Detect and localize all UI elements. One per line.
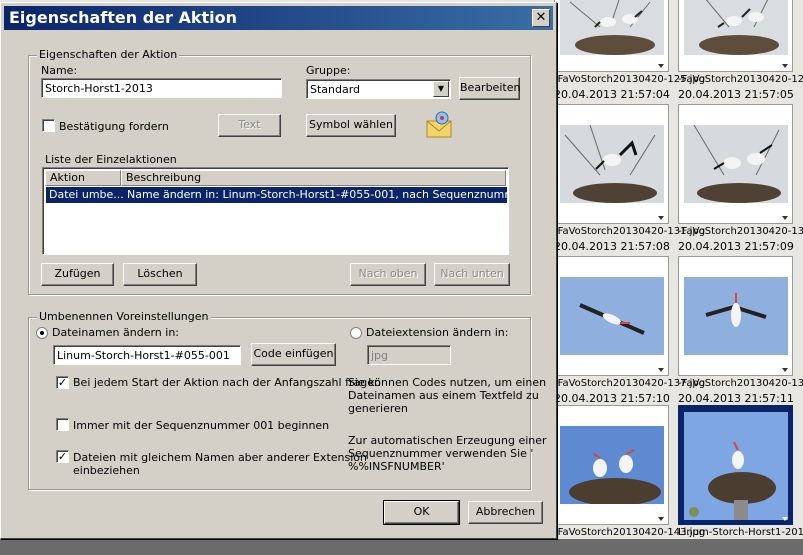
cancel-button[interactable]: Abbrechen	[468, 501, 543, 524]
thumbnail[interactable]: -FaVoStorch20130420-138.jpg 20.04.2013 2…	[678, 256, 803, 406]
thumbnail-caption: -FaVoStorch20130420-138.jpg	[678, 378, 803, 389]
confirm-checkbox[interactable]	[42, 119, 55, 132]
thumbnail[interactable]: -FaVoStorch20130420-126.jpg 20.04.2013 2…	[678, 0, 803, 102]
thumbnail-caption: -FaVoStorch20130420-126.jpg	[678, 74, 803, 85]
thumbnail-caption: -FaVoStorch20130420-132.jpg	[678, 226, 803, 237]
group-legend: Eigenschaften der Aktion	[37, 48, 180, 61]
stork-nest-image	[560, 426, 664, 504]
code-hint-text: Sie können Codes nutzen, um einen Datein…	[348, 376, 546, 415]
column-header-description[interactable]: Beschreibung	[121, 170, 506, 186]
hint-line: generieren	[348, 402, 408, 415]
chevron-down-icon[interactable]: ▼	[433, 81, 449, 97]
envelope-icon	[425, 111, 455, 139]
action-list[interactable]: Aktion Beschreibung Datei umbe... Name ä…	[42, 167, 509, 255]
include-other-extensions-label-2: einbeziehen	[73, 464, 140, 477]
stork-nest-image	[560, 125, 664, 203]
hint-line: Dateinamen aus einem Textfeld zu	[348, 389, 539, 402]
thumbnail[interactable]: -FaVoStorch20130420-131.jpg 20.04.2013 2…	[554, 104, 705, 254]
delete-button[interactable]: Löschen	[123, 263, 197, 286]
confirm-label: Bestätigung fordern	[59, 120, 169, 133]
flying-stork-image	[684, 277, 788, 355]
thumbnail-selected[interactable]: Linum-Storch-Horst1-2012-07	[678, 405, 803, 555]
stork-nest-image	[684, 125, 788, 203]
flying-stork-image	[560, 277, 664, 355]
hint-line: Sie können Codes nutzen, um einen	[348, 376, 547, 389]
dialog-titlebar[interactable]: Eigenschaften der Aktion ✕	[4, 6, 553, 30]
move-down-button[interactable]: Nach unten	[434, 263, 510, 286]
list-item-action: Datei umbe...	[49, 188, 124, 201]
insert-code-button[interactable]: Code einfügen	[251, 343, 336, 366]
add-button[interactable]: Zufügen	[41, 263, 114, 286]
choose-symbol-button[interactable]: Symbol wählen	[306, 114, 396, 137]
stork-nest-image	[560, 0, 664, 55]
sequence-hint-text: Zur automatischen Erzeugung einer Sequen…	[348, 434, 547, 473]
ok-button[interactable]: OK	[383, 500, 460, 525]
name-label: Name:	[41, 64, 78, 77]
group-select-value: Standard	[310, 83, 361, 96]
thumbnail-date: 20.04.2013 21:57:08	[554, 240, 670, 253]
stork-nest-image	[684, 0, 788, 55]
extension-radio[interactable]	[350, 327, 362, 339]
text-button[interactable]: Text	[218, 114, 281, 137]
extension-field[interactable]: jpg	[367, 345, 451, 365]
thumbnail-date: 20.04.2013 21:57:10	[554, 392, 670, 405]
name-field[interactable]: Storch-Horst1-2013	[41, 78, 282, 98]
start-001-label: Immer mit der Sequenznummer 001 beginnen	[73, 419, 330, 432]
move-up-button[interactable]: Nach oben	[350, 263, 426, 286]
group-legend: Umbenennen Voreinstellungen	[37, 310, 211, 323]
extension-radio-label: Dateiextension ändern in:	[366, 326, 509, 339]
list-item[interactable]: Datei umbe... Name ändern in: Linum-Stor…	[46, 187, 507, 203]
rename-radio-label: Dateinamen ändern in:	[52, 326, 180, 339]
include-other-extensions-checkbox[interactable]: ✓	[56, 450, 69, 463]
thumbnail-date: 20.04.2013 21:57:09	[678, 240, 794, 253]
thumbnail[interactable]: -FaVoStorch20130420-143.jpg	[554, 405, 705, 555]
hint-line: Zur automatischen Erzeugung einer	[348, 434, 547, 447]
group-label: Gruppe:	[306, 64, 351, 77]
action-list-label: Liste der Einzelaktionen	[45, 153, 177, 166]
thumbnail-date: 20.04.2013 21:57:04	[554, 88, 670, 101]
ask-start-number-checkbox[interactable]: ✓	[56, 376, 69, 389]
include-other-extensions-label: Dateien mit gleichem Namen aber anderer …	[73, 451, 367, 464]
list-item-description: Name ändern in: Linum-Storch-Horst1-#055…	[127, 188, 507, 201]
thumbnail[interactable]: -FaVoStorch20130420-132.jpg 20.04.2013 2…	[678, 104, 803, 254]
ask-start-number-label: Bei jedem Start der Aktion nach der Anfa…	[73, 376, 381, 389]
thumbnail-date: 20.04.2013 21:57:05	[678, 88, 794, 101]
thumbnail[interactable]: -FaVoStorch20130420-125.jpg 20.04.2013 2…	[554, 0, 705, 102]
dialog-title: Eigenschaften der Aktion	[9, 8, 238, 27]
edit-group-button[interactable]: Bearbeiten	[459, 77, 520, 100]
rename-field[interactable]: Linum-Storch-Horst1-#055-001	[53, 345, 241, 365]
close-icon[interactable]: ✕	[532, 9, 550, 27]
hint-line: %%INSFNUMBER'	[348, 460, 445, 473]
stork-nest-image	[684, 412, 788, 520]
thumbnail-caption: Linum-Storch-Horst1-2012-07	[678, 527, 803, 538]
thumbnail-date: 20.04.2013 21:57:11	[678, 392, 794, 405]
action-properties-dialog: Eigenschaften der Aktion ✕ Eigenschaften…	[0, 2, 557, 539]
group-select[interactable]: Standard ▼	[306, 79, 451, 99]
rename-radio[interactable]	[36, 327, 48, 339]
thumbnail[interactable]: -FaVoStorch20130420-137.jpg 20.04.2013 2…	[554, 256, 705, 406]
hint-line: Sequenznummer verwenden Sie '	[348, 447, 534, 460]
start-001-checkbox[interactable]	[56, 418, 69, 431]
column-header-action[interactable]: Aktion	[45, 170, 121, 186]
